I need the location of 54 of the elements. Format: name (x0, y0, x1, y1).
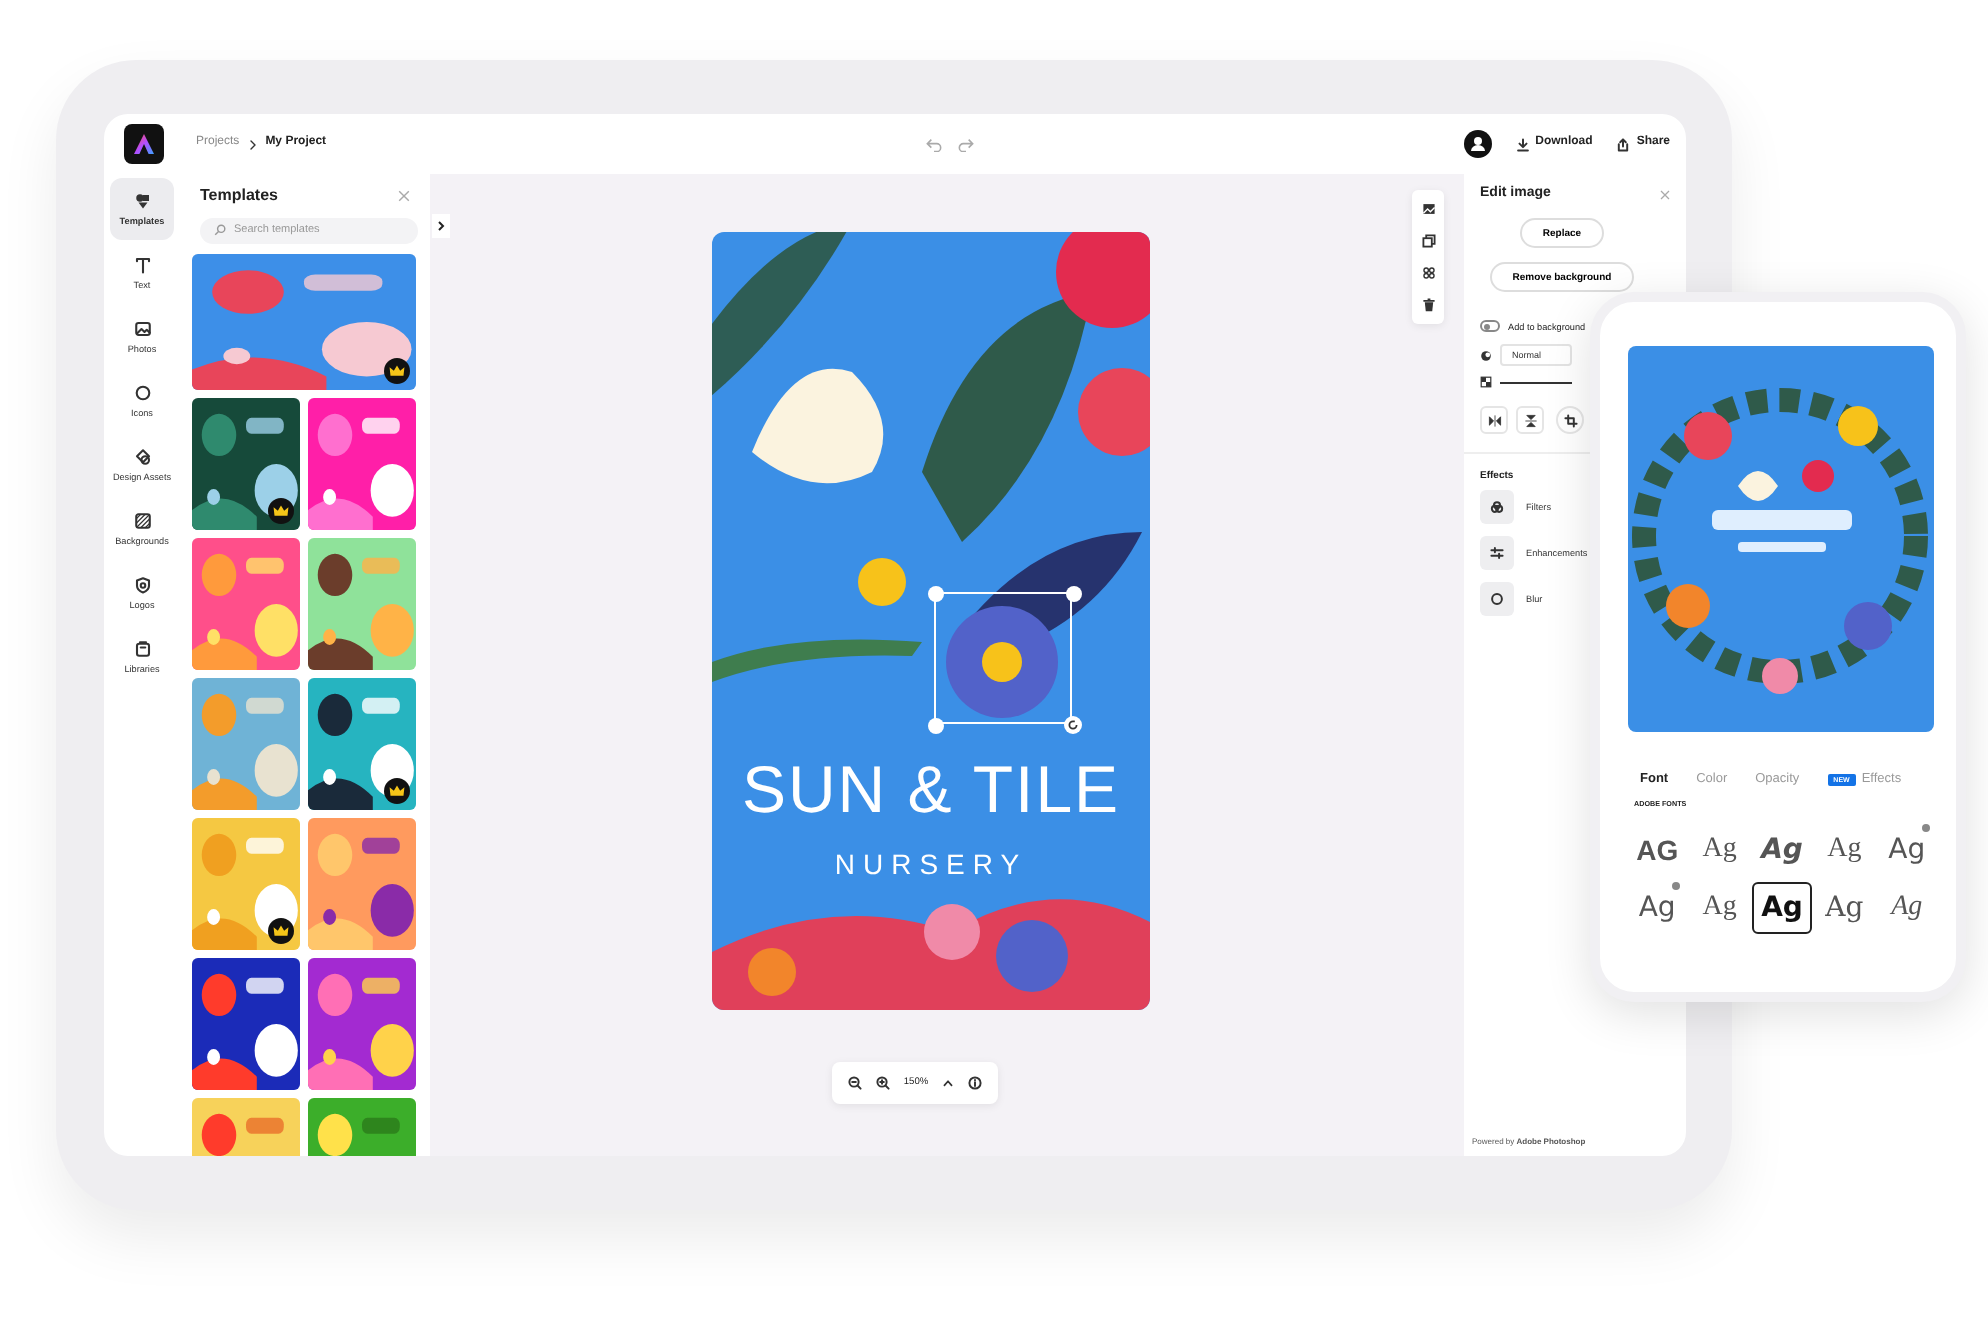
font-option[interactable]: Ag (1690, 824, 1749, 877)
blend-icon (1480, 349, 1492, 362)
zoom-in-icon[interactable] (875, 1076, 890, 1090)
image-icon[interactable] (1421, 202, 1435, 216)
chevron-right-icon (436, 220, 446, 232)
rotate-handle[interactable] (1064, 716, 1082, 734)
flip-vertical-icon (1523, 413, 1537, 428)
font-option[interactable]: Ag (1815, 882, 1874, 935)
sliders-icon (1490, 546, 1504, 561)
opacity-icon (1480, 376, 1492, 389)
text-icon (133, 255, 151, 274)
font-option[interactable]: Ag (1815, 824, 1874, 877)
chevron-right-icon (247, 139, 258, 149)
avatar-icon[interactable] (1463, 130, 1492, 158)
crown-icon (268, 917, 294, 944)
download-icon (1515, 137, 1530, 151)
grid-icon[interactable] (1421, 266, 1435, 280)
crown-icon (268, 497, 294, 524)
flip-vertical-button[interactable] (1516, 406, 1544, 435)
image-icon (133, 319, 151, 338)
shapes-icon (133, 447, 151, 466)
design-title: SUN & TILE (739, 756, 1123, 822)
toggle-switch[interactable] (1480, 320, 1500, 333)
search-icon (214, 224, 226, 237)
collapse-panel-button[interactable] (432, 214, 450, 238)
layers-icon[interactable] (1421, 234, 1435, 248)
circle-icon (133, 383, 151, 402)
font-option[interactable]: AG (1628, 824, 1687, 877)
shield-icon (133, 575, 151, 594)
design-subtitle: NURSERY (832, 850, 1030, 878)
circle-icon (1490, 592, 1504, 607)
app-logo[interactable] (124, 124, 164, 164)
font-option[interactable]: Ag (1877, 882, 1936, 935)
trash-icon[interactable] (1421, 298, 1435, 312)
zoom-out-icon[interactable] (847, 1076, 862, 1090)
flip-horizontal-icon (1487, 413, 1501, 428)
font-option[interactable]: Ag (1877, 824, 1936, 877)
crown-icon (384, 777, 410, 804)
flip-horizontal-button[interactable] (1480, 406, 1508, 435)
crop-icon (1563, 413, 1577, 428)
font-option[interactable]: Ag (1690, 882, 1749, 935)
share-icon (1616, 137, 1631, 151)
font-option[interactable]: Ag (1752, 882, 1812, 935)
font-option[interactable]: Ag (1752, 824, 1812, 877)
info-icon[interactable] (968, 1076, 983, 1090)
crop-button[interactable] (1556, 406, 1584, 435)
pattern-icon (133, 511, 151, 530)
font-option[interactable]: Ag (1628, 882, 1687, 935)
library-icon (133, 639, 151, 658)
panel-title: Templates (200, 186, 278, 206)
crown-icon (384, 357, 410, 384)
caret-up-icon[interactable] (942, 1078, 955, 1088)
filters-icon (1490, 500, 1504, 515)
templates-icon (133, 191, 151, 210)
